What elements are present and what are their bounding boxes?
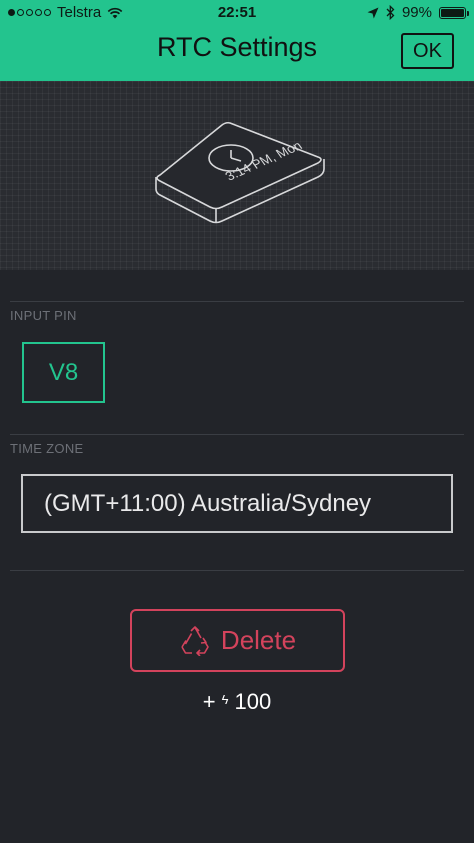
rtc-settings-screen: Telstra 22:51 99% RTC Settings OK 3:14 P… [0,0,474,843]
energy-refund: + ϟ 100 [0,689,474,715]
divider [10,301,464,302]
battery-percent: 99% [401,4,432,21]
battery-icon [439,6,469,19]
energy-prefix: + [202,689,216,714]
status-right: 99% [367,4,469,21]
recycle-icon [181,625,209,656]
divider [10,570,464,571]
time-zone-selector[interactable]: (GMT+11:00) Australia/Sydney [21,474,453,533]
battery-fill [441,8,464,17]
bluetooth-icon [386,5,395,20]
input-pin-label: INPUT PIN [10,308,77,323]
delete-button[interactable]: Delete [130,609,345,672]
input-pin-selector[interactable]: V8 [22,342,105,403]
divider [10,434,464,435]
energy-amount: 100 [234,689,272,714]
time-zone-label: TIME ZONE [10,441,84,456]
lightning-bolt-icon: ϟ [221,691,229,707]
location-arrow-icon [367,7,379,18]
header: Telstra 22:51 99% RTC Settings OK [0,0,474,81]
delete-label: Delete [220,625,297,655]
status-bar: Telstra 22:51 99% [0,0,474,26]
ok-button[interactable]: OK [401,33,454,69]
rtc-illustration: 3:14 PM, Mon [0,81,474,270]
